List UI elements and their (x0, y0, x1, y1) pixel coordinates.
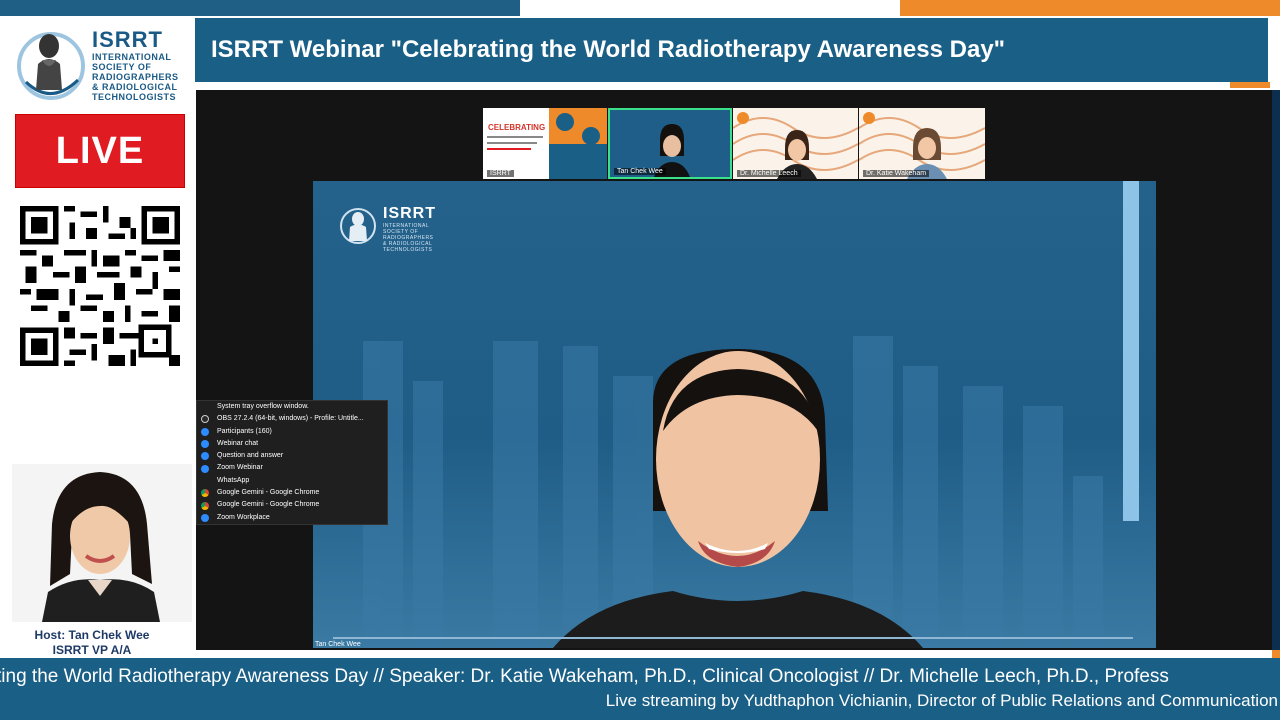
top-band-blue (0, 0, 520, 16)
participant-thumbnail[interactable]: CELEBRATING ISRRT (483, 108, 607, 179)
video-logo-subtitle: INTERNATIONAL SOCIETY OF RADIOGRAPHERS &… (383, 223, 434, 253)
system-tray-overflow-menu: System tray overflow window. OBS 27.2.4 … (196, 400, 388, 525)
participant-name: Dr. Michelle Leech (737, 170, 801, 177)
host-name: Host: Tan Chek Wee (34, 628, 150, 642)
main-speaker-video[interactable]: ISRRT INTERNATIONAL SOCIETY OF RADIOGRAP… (313, 181, 1156, 648)
participant-name: ISRRT (487, 170, 514, 177)
participant-thumbnail[interactable]: Dr. Katie Wakeham (859, 108, 985, 179)
zoom-icon (201, 427, 209, 436)
participant-thumbnail-active-speaker[interactable]: Tan Chek Wee (608, 108, 732, 179)
qr-code-icon (20, 206, 180, 366)
right-accent-border (1272, 90, 1280, 658)
title-accent-bar (1230, 82, 1270, 88)
host-role: ISRRT VP A/A (52, 643, 132, 657)
tray-item-zoom-workplace[interactable]: Zoom Workplace (197, 512, 387, 524)
top-band-orange (900, 0, 1280, 16)
left-sidebar: ISRRT INTERNATIONAL SOCIETY OF RADIOGRAP… (0, 16, 196, 658)
participant-thumbnail[interactable]: Dr. Michelle Leech (733, 108, 858, 179)
thumbnail-slide-heading: CELEBRATING (488, 123, 546, 132)
tray-item-whatsapp[interactable]: WhatsApp (197, 475, 387, 487)
ticker-line-1: ting the World Radiotherapy Awareness Da… (0, 666, 1169, 687)
video-emblem-icon (340, 208, 376, 244)
top-decorative-band (0, 0, 1280, 16)
zoom-icon (201, 513, 209, 522)
chrome-icon (201, 501, 209, 510)
tray-item-obs[interactable]: OBS 27.2.4 (64-bit, windows) - Profile: … (197, 413, 387, 425)
obs-icon (201, 415, 209, 424)
participant-name: Dr. Katie Wakeham (863, 170, 930, 177)
tray-item-webinar-chat[interactable]: Webinar chat (197, 438, 387, 450)
isrrt-emblem-icon (16, 22, 86, 108)
tray-item-chrome-gemini[interactable]: Google Gemini - Google Chrome (197, 487, 387, 499)
video-name-tag: Tan Chek Wee (315, 641, 361, 648)
tray-item-zoom-webinar[interactable]: Zoom Webinar (197, 462, 387, 474)
host-photo (12, 464, 192, 622)
tray-menu-header: System tray overflow window. (217, 403, 309, 410)
tray-item-question-and-answer[interactable]: Question and answer (197, 450, 387, 462)
tray-item-chrome-gemini[interactable]: Google Gemini - Google Chrome (197, 499, 387, 511)
tray-item-participants[interactable]: Participants (160) (197, 426, 387, 438)
host-caption: Host: Tan Chek Wee ISRRT VP A/A (0, 628, 184, 658)
video-logo-title: ISRRT (383, 205, 436, 222)
zoom-icon (201, 452, 209, 461)
logo-subtitle: INTERNATIONAL SOCIETY OF RADIOGRAPHERS &… (92, 52, 179, 102)
webinar-title-banner: ISRRT Webinar "Celebrating the World Rad… (195, 18, 1268, 82)
participant-name: Tan Chek Wee (614, 168, 666, 175)
zoom-icon (201, 464, 209, 473)
video-bottom-line (333, 637, 1133, 639)
live-badge: LIVE (15, 114, 185, 188)
isrrt-logo: ISRRT INTERNATIONAL SOCIETY OF RADIOGRAP… (16, 22, 184, 118)
video-side-strip (1123, 181, 1139, 521)
news-ticker: ting the World Radiotherapy Awareness Da… (0, 658, 1280, 720)
zoom-icon (201, 440, 209, 449)
page-title: ISRRT Webinar "Celebrating the World Rad… (211, 36, 1006, 63)
video-isrrt-logo: ISRRT INTERNATIONAL SOCIETY OF RADIOGRAP… (337, 205, 436, 253)
chrome-icon (201, 489, 209, 498)
ticker-line-2: Live streaming by Yudthaphon Vichianin, … (605, 691, 1278, 710)
logo-title: ISRRT (92, 27, 163, 52)
